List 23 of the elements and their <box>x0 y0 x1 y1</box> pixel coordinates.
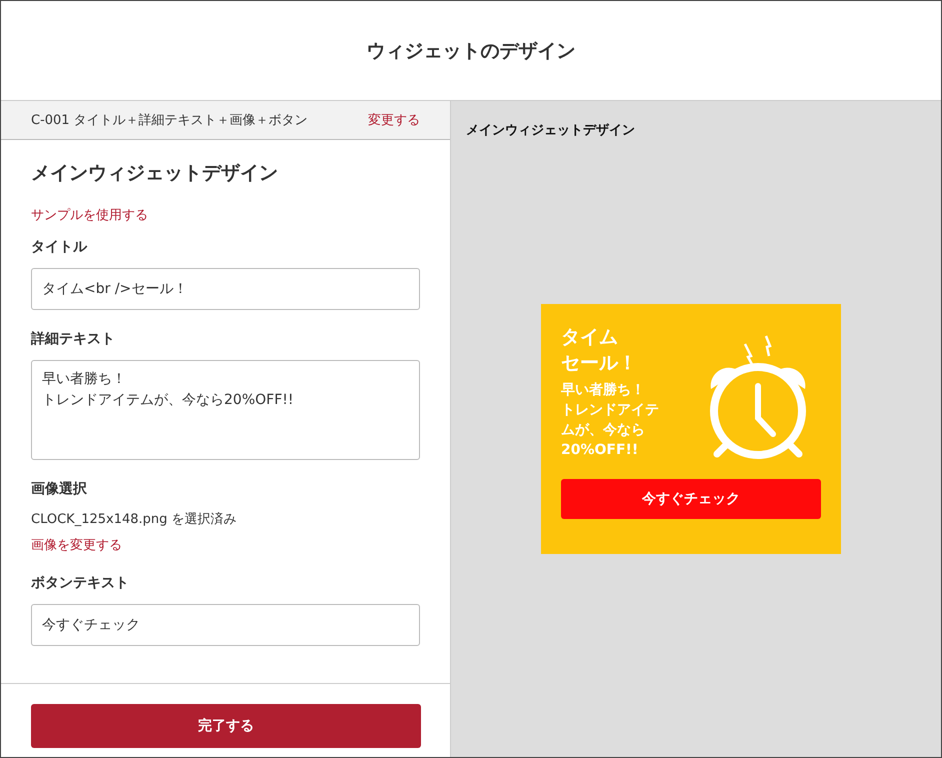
sample-link[interactable]: サンプルを使用する <box>31 206 148 224</box>
preview-label: メインウィジェットデザイン <box>466 122 636 139</box>
field-label: タイトル <box>31 238 88 256</box>
widget-title: タイム <box>561 325 619 350</box>
input-field[interactable]: タイム<br />セール！ <box>31 268 420 310</box>
selected-file-text: CLOCK_125x148.png を選択済み <box>31 511 238 528</box>
check-now-button[interactable]: 今すぐチェック <box>561 479 821 519</box>
text-line: トレンドアイテムが、今なら20%OFF!! <box>42 391 294 410</box>
text-area[interactable]: 早い者勝ち！ トレンドアイテムが、今なら20%OFF!! <box>31 360 420 460</box>
section-heading: メインウィジェットデザイン <box>31 161 279 186</box>
field-label: 詳細テキスト <box>31 330 116 348</box>
field-label: ボタンテキスト <box>31 574 130 592</box>
text-line: 早い者勝ち！ <box>42 370 126 389</box>
widget-title: セール！ <box>561 351 638 376</box>
field-label: 画像選択 <box>31 480 88 498</box>
widget-detail: 早い者勝ち！ <box>561 381 646 400</box>
widget-detail: トレンドアイテムが、今なら20%OFF!! <box>561 401 660 460</box>
dialog-title: ウィジェットのデザイン <box>366 38 576 64</box>
change-image-link[interactable]: 画像を変更する <box>31 536 122 554</box>
finish-button[interactable]: 完了する <box>31 704 421 748</box>
input-field[interactable]: 今すぐチェック <box>31 604 420 646</box>
template-name: C-001 タイトル＋詳細テキスト＋画像＋ボタン <box>31 112 308 129</box>
change-link[interactable]: 変更する <box>368 111 420 129</box>
